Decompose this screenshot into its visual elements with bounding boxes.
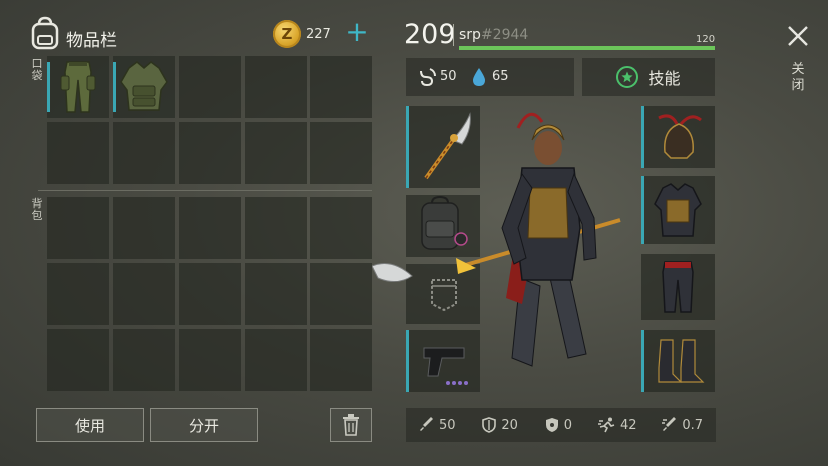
- shield-icon: [482, 417, 497, 433]
- backpack-slot-6[interactable]: [47, 263, 109, 325]
- legs-slot[interactable]: [641, 254, 715, 320]
- pocket-slot-8[interactable]: [179, 122, 241, 184]
- pocket-slot-6[interactable]: [47, 122, 109, 184]
- add-coins-button[interactable]: +: [344, 18, 370, 46]
- sword-icon: [419, 417, 433, 431]
- backpack-slot-13[interactable]: [179, 329, 241, 391]
- backpack-slot-15[interactable]: [310, 329, 372, 391]
- pocket-slot-10[interactable]: [310, 122, 372, 184]
- swing-icon: [662, 417, 677, 431]
- player-name-line: srp#2944: [459, 27, 528, 43]
- leg-armor-icon: [662, 261, 694, 313]
- running-icon: [597, 417, 615, 433]
- vest-icon: [120, 61, 168, 111]
- backpack-slot-7[interactable]: [113, 263, 175, 325]
- backpack-slot-14[interactable]: [245, 329, 307, 391]
- pocket-slot-3[interactable]: [179, 56, 241, 118]
- backpack-slot-11[interactable]: [47, 329, 109, 391]
- skills-button[interactable]: 技能: [582, 58, 715, 96]
- backpack-slot-1[interactable]: [47, 197, 109, 259]
- backpack-slot-8[interactable]: [179, 263, 241, 325]
- stomach-icon: [420, 68, 436, 87]
- pocket-slot-5[interactable]: [310, 56, 372, 118]
- backpack-slot-9[interactable]: [245, 263, 307, 325]
- pocket-slot-2[interactable]: [113, 56, 175, 118]
- trash-icon: [343, 414, 359, 436]
- coin-icon: Z: [273, 20, 301, 48]
- chest-armor-icon: [654, 183, 702, 237]
- character-model: [372, 112, 621, 367]
- split-button[interactable]: 分开: [150, 408, 258, 442]
- radiation-shield-icon: [545, 418, 558, 432]
- backpack-slot-2[interactable]: [113, 197, 175, 259]
- pocket-slot-9[interactable]: [245, 122, 307, 184]
- water-drop-icon: [473, 68, 485, 86]
- trash-button[interactable]: [330, 408, 372, 442]
- food-value: 50: [440, 69, 457, 84]
- helmet-icon: [658, 114, 702, 159]
- defense-value: 20: [501, 417, 518, 433]
- player-name: srp: [459, 27, 481, 43]
- attack-value: 50: [438, 417, 456, 433]
- slot-accent: [641, 330, 644, 392]
- speed-stat: 42: [597, 417, 637, 433]
- chest-slot[interactable]: [641, 176, 715, 244]
- backpack-icon: [31, 16, 59, 50]
- radiation-stat: 0: [544, 417, 572, 433]
- helmet-slot[interactable]: [641, 106, 715, 168]
- inventory-title: 物品栏: [66, 31, 117, 51]
- use-button[interactable]: 使用: [36, 408, 144, 442]
- close-label[interactable]: 关闭: [790, 62, 806, 94]
- name-separator: [453, 24, 454, 46]
- xp-max: 120: [696, 34, 716, 45]
- slot-accent: [47, 62, 50, 112]
- defense-stat: 20: [481, 417, 518, 433]
- boots-slot[interactable]: [641, 330, 715, 392]
- glaive-blade-icon: [372, 263, 413, 282]
- attack-speed-value: 0.7: [682, 417, 704, 433]
- pocket-slot-7[interactable]: [113, 122, 175, 184]
- star-icon: [616, 66, 639, 88]
- attack-speed-stat: 0.7: [662, 417, 703, 433]
- combat-stats-bar: 50 20 0 42 0.7: [406, 408, 716, 442]
- backpack-slot-5[interactable]: [310, 197, 372, 259]
- pocket-slot-4[interactable]: [245, 56, 307, 118]
- section-divider: [38, 190, 372, 191]
- backpack-label: 背包: [31, 197, 43, 222]
- backpack-slot-12[interactable]: [113, 329, 175, 391]
- pants-icon: [60, 61, 96, 113]
- attack-stat: 50: [419, 417, 456, 433]
- backpack-slot-3[interactable]: [179, 197, 241, 259]
- backpack-slot-4[interactable]: [245, 197, 307, 259]
- radiation-value: 0: [563, 417, 573, 433]
- xp-bar-fill: [459, 46, 715, 50]
- close-icon[interactable]: [786, 24, 810, 48]
- skills-label: 技能: [648, 69, 681, 88]
- slot-accent: [641, 106, 644, 168]
- boots-icon: [658, 339, 705, 383]
- coin-count: 227: [306, 27, 331, 42]
- player-tag: #2944: [480, 27, 529, 43]
- slot-accent: [641, 176, 644, 244]
- slot-accent: [113, 62, 116, 112]
- player-level: 209: [404, 19, 456, 50]
- speed-value: 42: [619, 417, 637, 433]
- pocket-label: 口袋: [31, 57, 43, 82]
- survival-stats-panel: 50 65: [406, 58, 574, 96]
- water-value: 65: [492, 69, 509, 84]
- pocket-slot-1[interactable]: [47, 56, 109, 118]
- backpack-slot-10[interactable]: [310, 263, 372, 325]
